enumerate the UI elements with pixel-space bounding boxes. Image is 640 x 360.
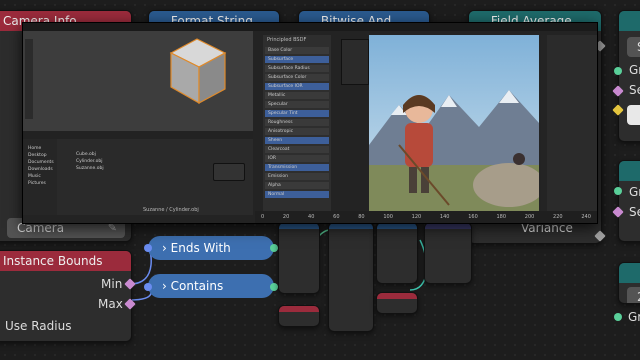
render-viewport[interactable]: [369, 35, 539, 211]
file-item[interactable]: Cube.obj: [73, 151, 193, 158]
small-node-3[interactable]: [376, 222, 418, 284]
socket-right-6[interactable]: [614, 313, 622, 321]
properties-row[interactable]: Subsurface: [265, 56, 329, 63]
ends-with-input-socket[interactable]: [144, 244, 152, 252]
timeline-frame-label: 140: [439, 214, 450, 220]
right-node-bottom[interactable]: 2: [618, 262, 640, 304]
properties-tabs[interactable]: [541, 35, 547, 211]
timeline-frame-label: 100: [383, 214, 393, 220]
timeline-frame-label: 60: [333, 214, 340, 220]
ends-with-label: Ends With: [170, 241, 231, 255]
file-browser-header[interactable]: [23, 131, 253, 139]
file-browser-status: Suzanne / Cylinder.obj: [143, 207, 199, 213]
properties-row[interactable]: Emission: [265, 173, 329, 180]
timeline-frame-label: 40: [308, 214, 315, 220]
small-node-5[interactable]: [278, 305, 320, 327]
properties-row[interactable]: Sheen: [265, 137, 329, 144]
socket-right-1[interactable]: [614, 67, 622, 75]
properties-row[interactable]: Roughness: [265, 119, 329, 126]
right-node-middle-label-2: Se: [629, 205, 640, 219]
properties-rows[interactable]: Base Color Subsurface Subsurface Radius Sub…: [265, 47, 329, 200]
right-node-bottom-label: Gr: [628, 310, 640, 324]
material-properties-panel[interactable]: Principled BSDF Base Color Subsurface Subs…: [263, 35, 331, 211]
small-node-1[interactable]: [278, 222, 320, 294]
properties-row[interactable]: Specular: [265, 101, 329, 108]
contains-input-socket[interactable]: [144, 283, 152, 291]
node-list-panel[interactable]: [341, 39, 369, 85]
chevron-right-icon: ›: [162, 241, 167, 255]
contains-label: Contains: [170, 279, 224, 293]
properties-row[interactable]: IOR: [265, 155, 329, 162]
blender-topbar[interactable]: [23, 23, 597, 31]
ends-with-output-socket[interactable]: [270, 244, 278, 252]
timeline-frame-label: 200: [524, 214, 535, 220]
min-output-label: Min: [101, 277, 123, 291]
timeline-frame-label: 20: [282, 214, 290, 220]
properties-row[interactable]: Alpha: [265, 182, 329, 189]
instance-bounds-header[interactable]: Instance Bounds: [0, 251, 131, 271]
properties-header: Principled BSDF: [267, 37, 307, 43]
small-node-6-header: [377, 293, 417, 299]
properties-row[interactable]: Anisotropic: [265, 128, 329, 135]
timeline-frame-label: 240: [581, 214, 591, 220]
viewport-3d[interactable]: [23, 31, 253, 131]
timeline-frame-label: 160: [468, 214, 478, 220]
right-node-top[interactable]: S Gr Se: [618, 10, 640, 142]
properties-row[interactable]: Subsurface Color: [265, 74, 329, 81]
place-item[interactable]: Downloads: [25, 166, 54, 173]
file-item[interactable]: Suzanne.obj: [73, 165, 193, 172]
blender-window[interactable]: Home Desktop Documents Downloads Music P…: [22, 22, 598, 224]
right-node-top-field[interactable]: S: [627, 37, 640, 57]
properties-row[interactable]: Clearcoat: [265, 146, 329, 153]
properties-row[interactable]: Base Color: [265, 47, 329, 54]
max-output-label: Max: [98, 297, 123, 311]
file-item[interactable]: Cylinder.obj: [73, 158, 193, 165]
small-node-5-header: [279, 306, 319, 312]
render-image: [369, 35, 539, 211]
contains-node[interactable]: › Contains: [148, 274, 274, 298]
properties-row[interactable]: Transmission: [265, 164, 329, 171]
file-list[interactable]: Cube.obj Cylinder.obj Suzanne.obj: [73, 151, 193, 172]
place-item[interactable]: Home: [25, 145, 54, 152]
instance-bounds-node[interactable]: Instance Bounds Min Max Use Radius: [0, 250, 132, 342]
right-node-middle[interactable]: Gr Se: [618, 160, 640, 242]
use-radius-label: Use Radius: [5, 319, 72, 333]
right-node-bottom-header[interactable]: [619, 263, 640, 283]
viewport-node[interactable]: [213, 163, 245, 181]
right-node-bottom-field[interactable]: 2: [627, 287, 640, 303]
render-properties-panel[interactable]: [541, 35, 597, 211]
places-list[interactable]: Home Desktop Documents Downloads Music P…: [25, 145, 54, 187]
timeline-frame-label: 120: [411, 214, 422, 220]
timeline[interactable]: 0 20 40 60 80 100 120 140 160 180 200 220 240: [255, 211, 597, 223]
timeline-frame-label: 0: [261, 214, 265, 220]
ends-with-node[interactable]: › Ends With: [148, 236, 274, 260]
small-node-6[interactable]: [376, 292, 418, 314]
small-node-2[interactable]: [328, 222, 374, 332]
right-node-top-white-field[interactable]: [627, 105, 640, 125]
right-node-middle-header[interactable]: [619, 161, 640, 181]
timeline-frame-label: 180: [496, 214, 507, 220]
toolbar-left[interactable]: [25, 39, 33, 119]
small-node-4[interactable]: [424, 222, 472, 284]
place-item[interactable]: Pictures: [25, 180, 54, 187]
contains-output-socket[interactable]: [270, 283, 278, 291]
properties-row[interactable]: Metallic: [265, 92, 329, 99]
socket-right-4[interactable]: [614, 187, 622, 195]
properties-row[interactable]: Subsurface IOR: [265, 83, 329, 90]
place-item[interactable]: Desktop: [25, 152, 54, 159]
right-node-top-label-1: Gr: [629, 63, 640, 77]
right-node-middle-label-1: Gr: [629, 185, 640, 199]
timeline-frame-label: 220: [553, 214, 563, 220]
properties-row[interactable]: Specular Tint: [265, 110, 329, 117]
place-item[interactable]: Music: [25, 173, 54, 180]
right-node-top-label-2: Se: [629, 83, 640, 97]
right-node-top-header[interactable]: [619, 11, 640, 31]
timeline-frames: 0 20 40 60 80 100 120 140 160 180 200 220 240: [261, 214, 591, 220]
timeline-frame-label: 80: [358, 214, 365, 220]
properties-row[interactable]: Subsurface Radius: [265, 65, 329, 72]
place-item[interactable]: Documents: [25, 159, 54, 166]
cube-object[interactable]: [153, 31, 233, 111]
chevron-right-icon: ›: [162, 279, 167, 293]
properties-row[interactable]: Normal: [265, 191, 329, 198]
